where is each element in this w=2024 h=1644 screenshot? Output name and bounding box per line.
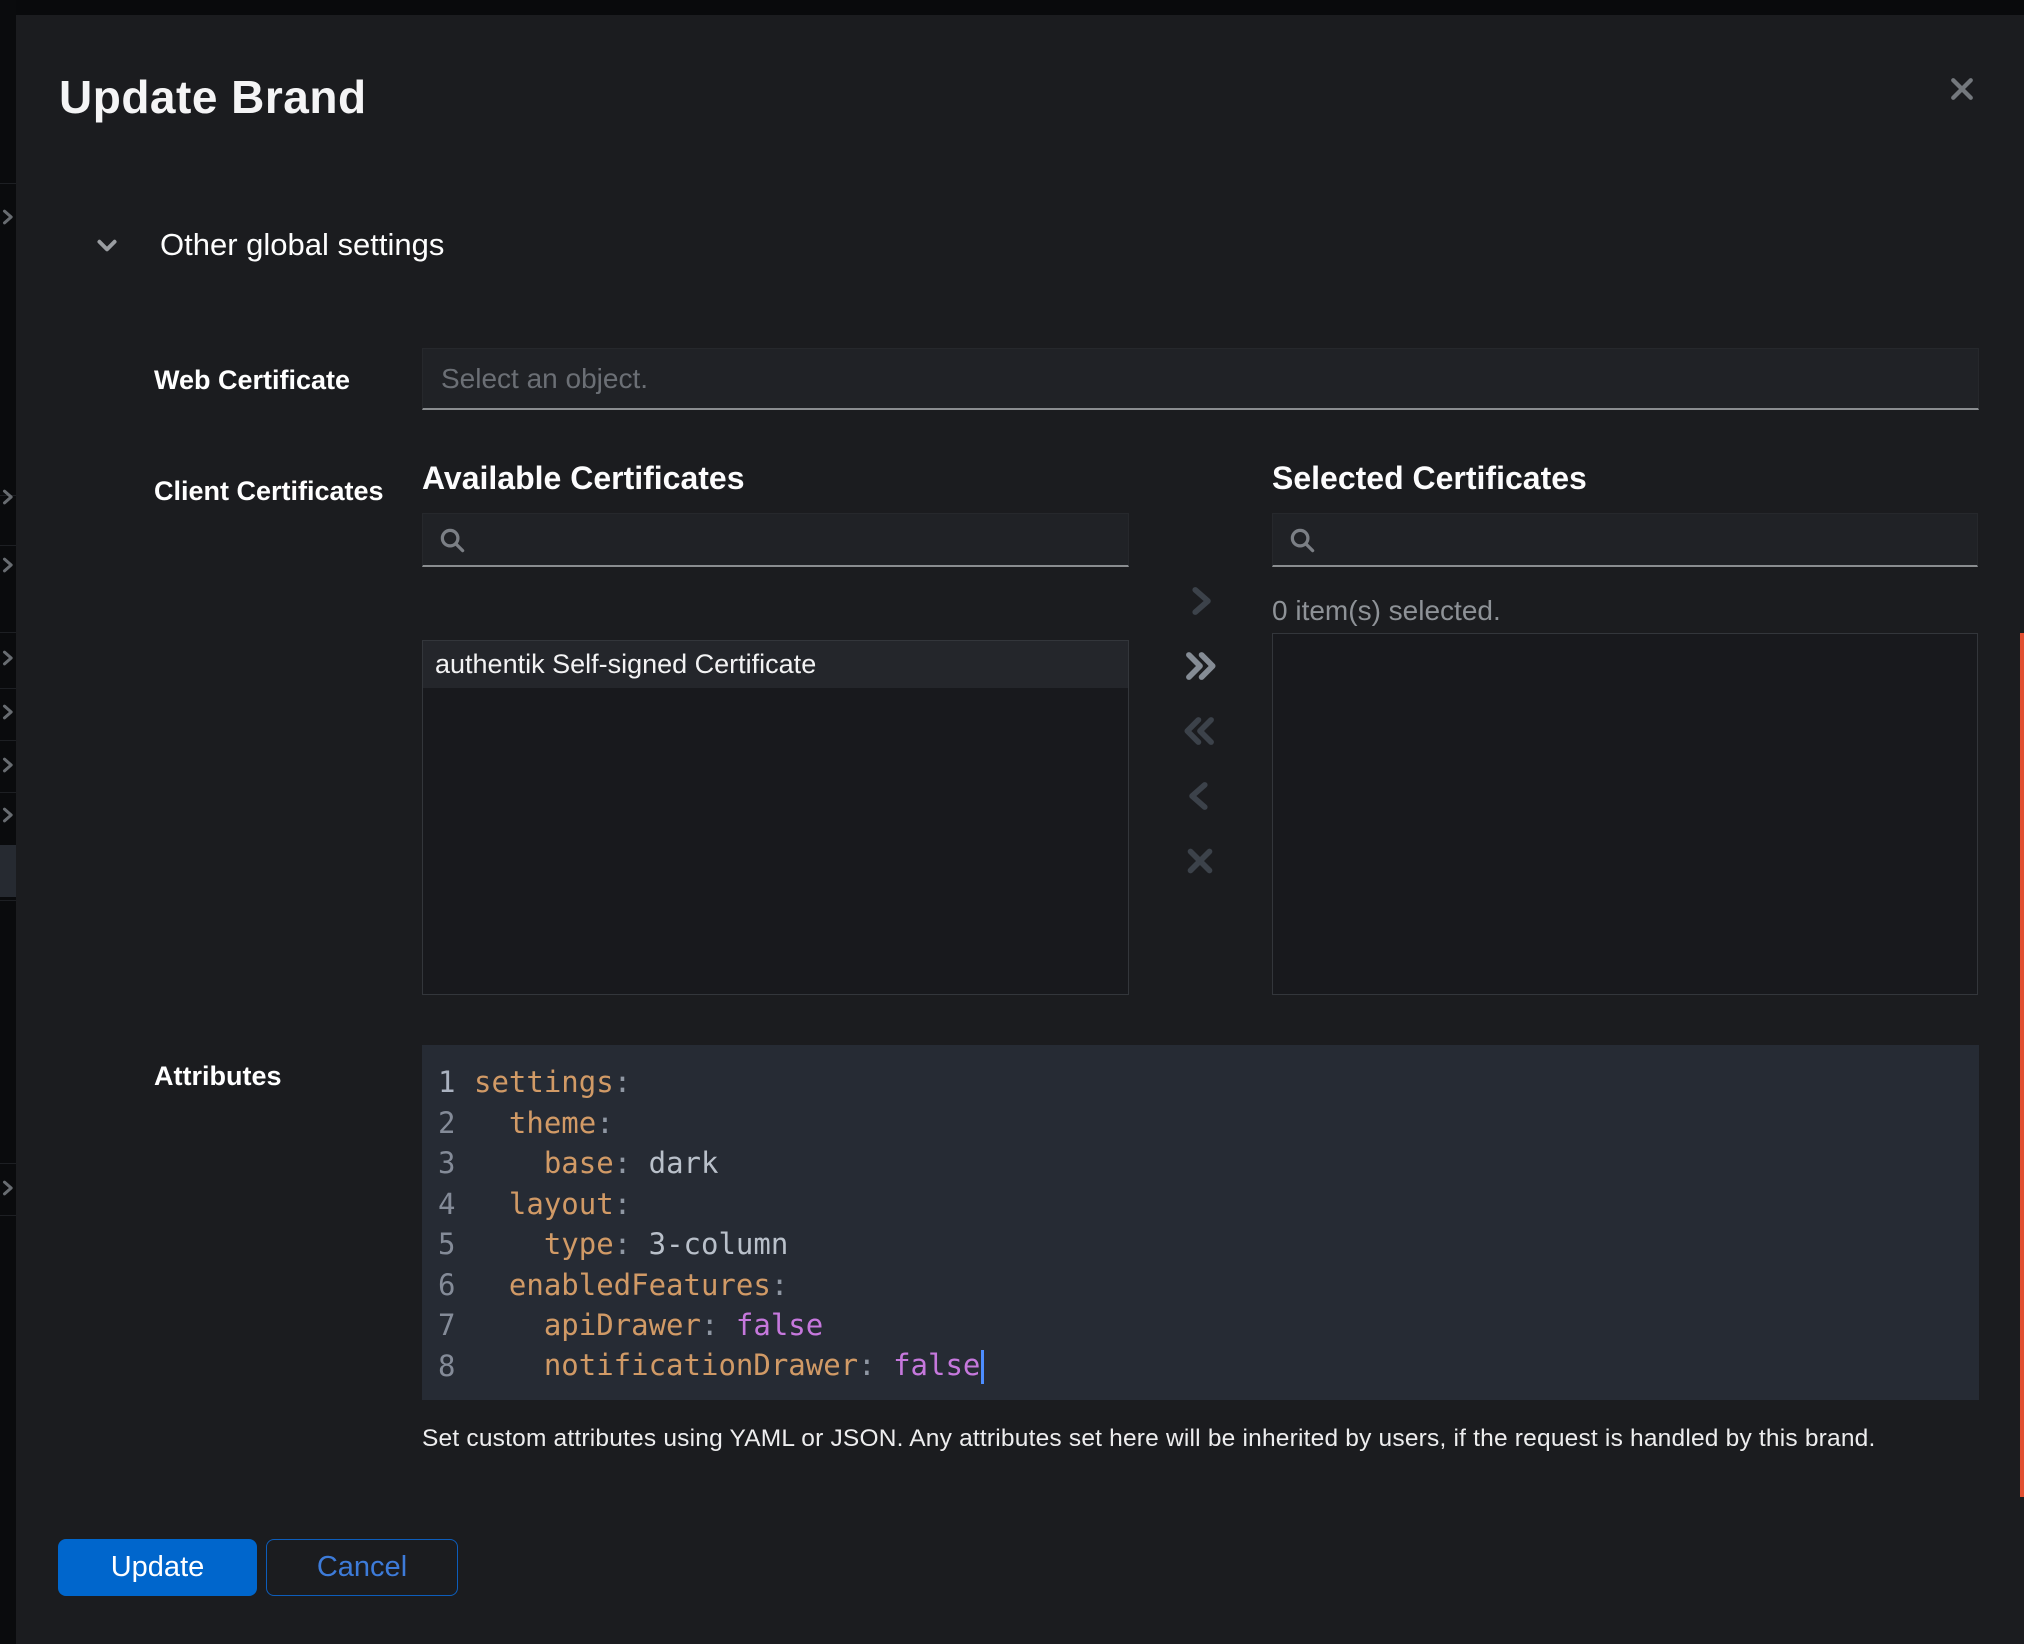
angle-double-right-icon — [1181, 647, 1219, 688]
code-line[interactable]: 4 layout: — [422, 1184, 1979, 1225]
text-cursor — [981, 1350, 984, 1384]
web-certificate-label: Web Certificate — [154, 365, 350, 396]
chevron-right-icon — [0, 1178, 16, 1198]
rail-divider — [0, 792, 16, 793]
screen: Update Brand Other global settings Web C… — [0, 0, 2024, 1644]
section-toggle-label: Other global settings — [160, 227, 444, 263]
chevron-right-icon — [0, 487, 16, 507]
code-line[interactable]: 8 notificationDrawer: false — [422, 1346, 1979, 1387]
cancel-button[interactable]: Cancel — [266, 1539, 458, 1596]
search-icon — [437, 525, 467, 555]
code-line[interactable]: 7 apiDrawer: false — [422, 1305, 1979, 1346]
selected-search[interactable] — [1272, 513, 1978, 567]
selected-certificates-list[interactable] — [1272, 633, 1978, 995]
times-icon — [1181, 842, 1219, 883]
sidebar-rail — [0, 0, 16, 1644]
line-number: 8 — [422, 1349, 462, 1383]
rail-divider — [0, 545, 16, 546]
line-number: 4 — [422, 1187, 462, 1221]
selected-search-input[interactable] — [1329, 524, 1963, 555]
attributes-code-editor[interactable]: 1settings:2 theme:3 base: dark4 layout:5… — [422, 1045, 1979, 1400]
search-icon — [1287, 525, 1317, 555]
update-button[interactable]: Update — [58, 1539, 257, 1596]
chevron-right-icon — [0, 555, 16, 575]
line-number: 5 — [422, 1227, 462, 1261]
chevron-right-icon — [0, 755, 16, 775]
available-search-input[interactable] — [479, 524, 1114, 555]
add-all-button[interactable] — [1178, 645, 1222, 689]
selected-count-status: 0 item(s) selected. — [1272, 595, 1501, 627]
chevron-right-icon — [0, 805, 16, 825]
rail-divider — [0, 632, 16, 633]
line-number: 6 — [422, 1268, 462, 1302]
remove-all-button[interactable] — [1178, 710, 1222, 754]
code-line[interactable]: 5 type: 3-column — [422, 1224, 1979, 1265]
list-item[interactable]: authentik Self-signed Certificate — [423, 641, 1128, 688]
client-certificates-label: Client Certificates — [154, 476, 384, 507]
modal-title: Update Brand — [59, 70, 367, 124]
rail-divider — [0, 183, 16, 184]
code-line[interactable]: 2 theme: — [422, 1103, 1979, 1144]
line-number: 2 — [422, 1106, 462, 1140]
rail-divider — [0, 740, 16, 741]
angle-left-icon — [1181, 777, 1219, 818]
rail-divider — [0, 1163, 16, 1164]
rail-divider — [0, 688, 16, 689]
other-global-settings-toggle[interactable]: Other global settings — [94, 227, 444, 263]
dual-list-controls — [1164, 580, 1236, 905]
attributes-help-text: Set custom attributes using YAML or JSON… — [422, 1425, 1876, 1453]
notification-edge-indicator — [2020, 633, 2024, 1497]
rail-divider — [0, 1215, 16, 1216]
selected-certificates-heading: Selected Certificates — [1272, 460, 1587, 497]
code-line[interactable]: 1settings: — [422, 1062, 1979, 1103]
line-number: 7 — [422, 1308, 462, 1342]
rail-divider — [0, 900, 16, 901]
clear-button[interactable] — [1178, 840, 1222, 884]
chevron-right-icon — [0, 648, 16, 668]
angle-double-left-icon — [1181, 712, 1219, 753]
line-number: 3 — [422, 1146, 462, 1180]
close-icon[interactable] — [1940, 67, 1984, 111]
angle-right-icon — [1181, 582, 1219, 623]
line-number: 1 — [422, 1065, 462, 1099]
available-search[interactable] — [422, 513, 1129, 567]
remove-selected-button[interactable] — [1178, 775, 1222, 819]
chevron-down-icon — [94, 232, 120, 258]
available-certificates-heading: Available Certificates — [422, 460, 745, 497]
web-certificate-input[interactable] — [422, 348, 1979, 410]
code-line[interactable]: 3 base: dark — [422, 1143, 1979, 1184]
available-certificates-list[interactable]: authentik Self-signed Certificate — [422, 640, 1129, 995]
attributes-label: Attributes — [154, 1061, 282, 1092]
chevron-right-icon — [0, 702, 16, 722]
sidebar-highlighted-item — [0, 845, 16, 897]
add-selected-button[interactable] — [1178, 580, 1222, 624]
code-line[interactable]: 6 enabledFeatures: — [422, 1265, 1979, 1306]
chevron-right-icon — [0, 207, 16, 227]
update-brand-modal: Update Brand Other global settings Web C… — [16, 15, 2024, 1644]
